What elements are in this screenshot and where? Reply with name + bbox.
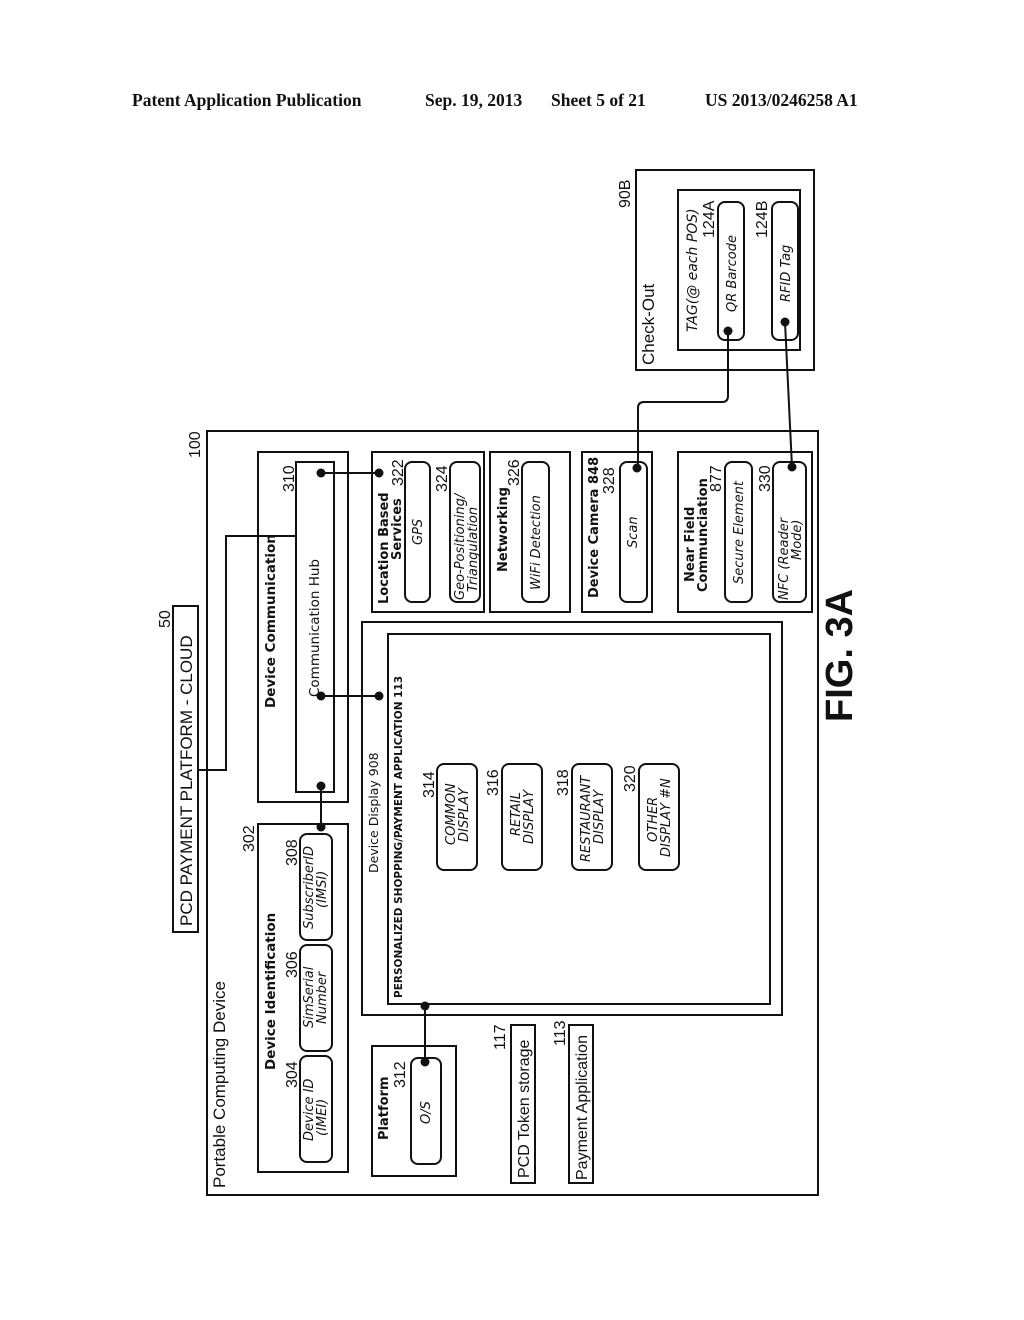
- cloud-hub-wire: [198, 535, 296, 771]
- geo-line2: Triangulation: [466, 507, 481, 592]
- secure-element-ref: 877: [708, 465, 725, 492]
- nfc-reader-line2: Mode): [790, 520, 805, 561]
- nfc-reader-dot: [787, 462, 797, 472]
- rfid-nfc-wire: [784, 321, 793, 468]
- other-display-line2: DISPLAY #N: [659, 778, 674, 857]
- display-item-restaurant: RESTAURANT DISPLAY 318: [555, 763, 613, 871]
- tag-label: TAG(@ each POS): [685, 208, 701, 332]
- display-label: Device Display 908: [366, 752, 381, 873]
- rfid-tag-ref: 124B: [754, 201, 771, 238]
- display-bottom-dot: [420, 1001, 430, 1011]
- gps-label: GPS: [411, 519, 426, 545]
- imsi-ref: 308: [284, 839, 301, 866]
- scan-ref: 328: [601, 467, 618, 494]
- camera-label: Device Camera 848: [587, 457, 602, 598]
- device-ref: 100: [187, 431, 204, 458]
- shopping-app-label: PERSONALIZED SHOPPING/PAYMENT APPLICATIO…: [393, 676, 405, 998]
- cloud-label: PCD PAYMENT PLATFORM - CLOUD: [177, 635, 196, 926]
- imsi-line2: (IMSI): [315, 871, 330, 908]
- diagram-canvas: PCD PAYMENT PLATFORM - CLOUD 50 Portable…: [157, 169, 861, 1196]
- identification-item-imei: Device ID (IMEI) 304: [284, 1055, 333, 1163]
- imei-ref: 304: [284, 1061, 301, 1088]
- payment-app-ref: 113: [552, 1020, 569, 1046]
- geo-ref: 324: [434, 465, 451, 492]
- identification-item-simserial: SimSerial Number 306: [284, 944, 333, 1052]
- restaurant-display-ref: 318: [555, 769, 572, 796]
- retail-display-line2: DISPLAY: [522, 789, 537, 844]
- imei-line2: (IMEI): [315, 1099, 330, 1136]
- scan-label: Scan: [626, 516, 641, 548]
- qr-barcode-ref: 124A: [701, 200, 718, 238]
- display-dot: [374, 691, 384, 701]
- display-item-common: COMMON DISPLAY 314: [421, 763, 478, 871]
- checkout-label: Check-Out: [639, 283, 658, 365]
- retail-display-ref: 316: [485, 769, 502, 796]
- cloud-ref: 50: [157, 610, 174, 628]
- wifi-detection-label: WiFi Detection: [529, 495, 544, 590]
- common-display-line2: DISPLAY: [457, 787, 472, 842]
- location-label-line2: Services: [390, 498, 405, 560]
- scan-dot: [632, 463, 642, 473]
- token-storage-ref: 117: [492, 1024, 509, 1050]
- restaurant-display-line2: DISPLAY: [592, 789, 607, 844]
- wifi-ref: 326: [506, 459, 523, 486]
- rfid-tag-label: RFID Tag: [779, 245, 794, 302]
- token-storage-label: PCD Token storage: [516, 1039, 533, 1178]
- communication-hub-ref: 310: [281, 465, 298, 492]
- networking-label: Networking: [496, 487, 511, 572]
- device-label: Portable Computing Device: [210, 981, 229, 1188]
- checkout-ref: 90B: [617, 180, 634, 208]
- identification-item-imsi: SubscriberID (IMSI) 308: [284, 833, 333, 941]
- display-item-retail: RETAIL DISPLAY 316: [485, 763, 543, 871]
- os-dot: [420, 1057, 430, 1067]
- platform-label: Platform: [377, 1076, 392, 1140]
- display-item-other: OTHER DISPLAY #N 320: [622, 763, 680, 871]
- gps-ref: 322: [390, 459, 407, 486]
- simserial-line2: Number: [315, 970, 330, 1024]
- identification-ref: 302: [241, 825, 258, 852]
- simserial-ref: 306: [284, 951, 301, 978]
- location-dot: [374, 468, 384, 478]
- common-display-ref: 314: [421, 771, 438, 798]
- communication-hub-label: Communication Hub: [307, 559, 323, 697]
- other-display-ref: 320: [622, 765, 639, 792]
- qr-barcode-label: QR Barcode: [725, 235, 740, 312]
- os-ref: 312: [392, 1061, 409, 1088]
- secure-element-label: Secure Element: [732, 480, 747, 584]
- os-label: O/S: [419, 1101, 434, 1124]
- identification-label: Device Identification: [263, 913, 279, 1070]
- payment-app-label: Payment Application: [574, 1035, 591, 1180]
- nfc-reader-ref: 330: [757, 465, 774, 492]
- communication-label: Device Communication: [263, 534, 279, 708]
- figure-label: FIG. 3A: [819, 589, 861, 722]
- nfc-label-line2: Communciation: [696, 478, 711, 592]
